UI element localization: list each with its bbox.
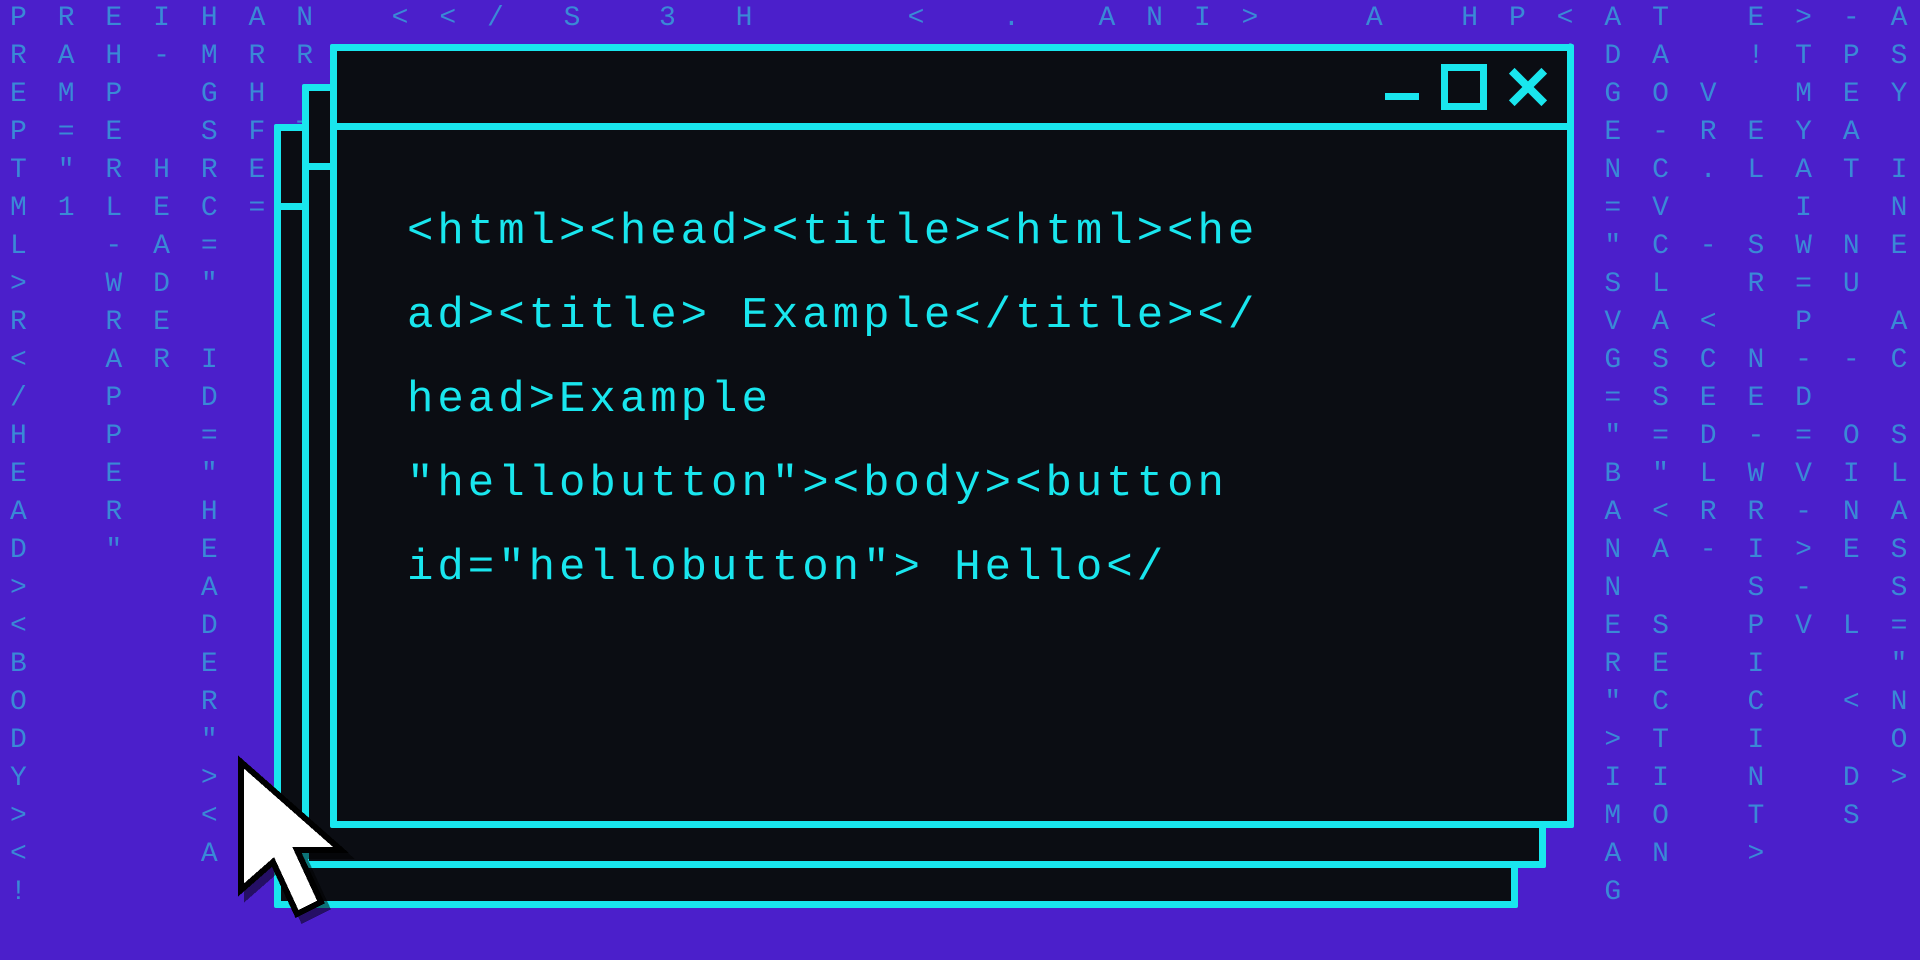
minimize-icon <box>1385 70 1419 104</box>
maximize-button[interactable] <box>1441 64 1487 110</box>
maximize-icon <box>1441 64 1487 110</box>
close-icon <box>1509 68 1547 106</box>
close-button[interactable] <box>1509 68 1547 106</box>
code-content: <html><head><title><html><he ad><title> … <box>407 190 1497 610</box>
minimize-button[interactable] <box>1385 70 1419 104</box>
titlebar <box>337 51 1567 130</box>
terminal-window-front[interactable]: <html><head><title><html><he ad><title> … <box>330 44 1574 828</box>
terminal-body: <html><head><title><html><he ad><title> … <box>337 130 1567 610</box>
pixel-cursor-icon <box>205 750 405 955</box>
